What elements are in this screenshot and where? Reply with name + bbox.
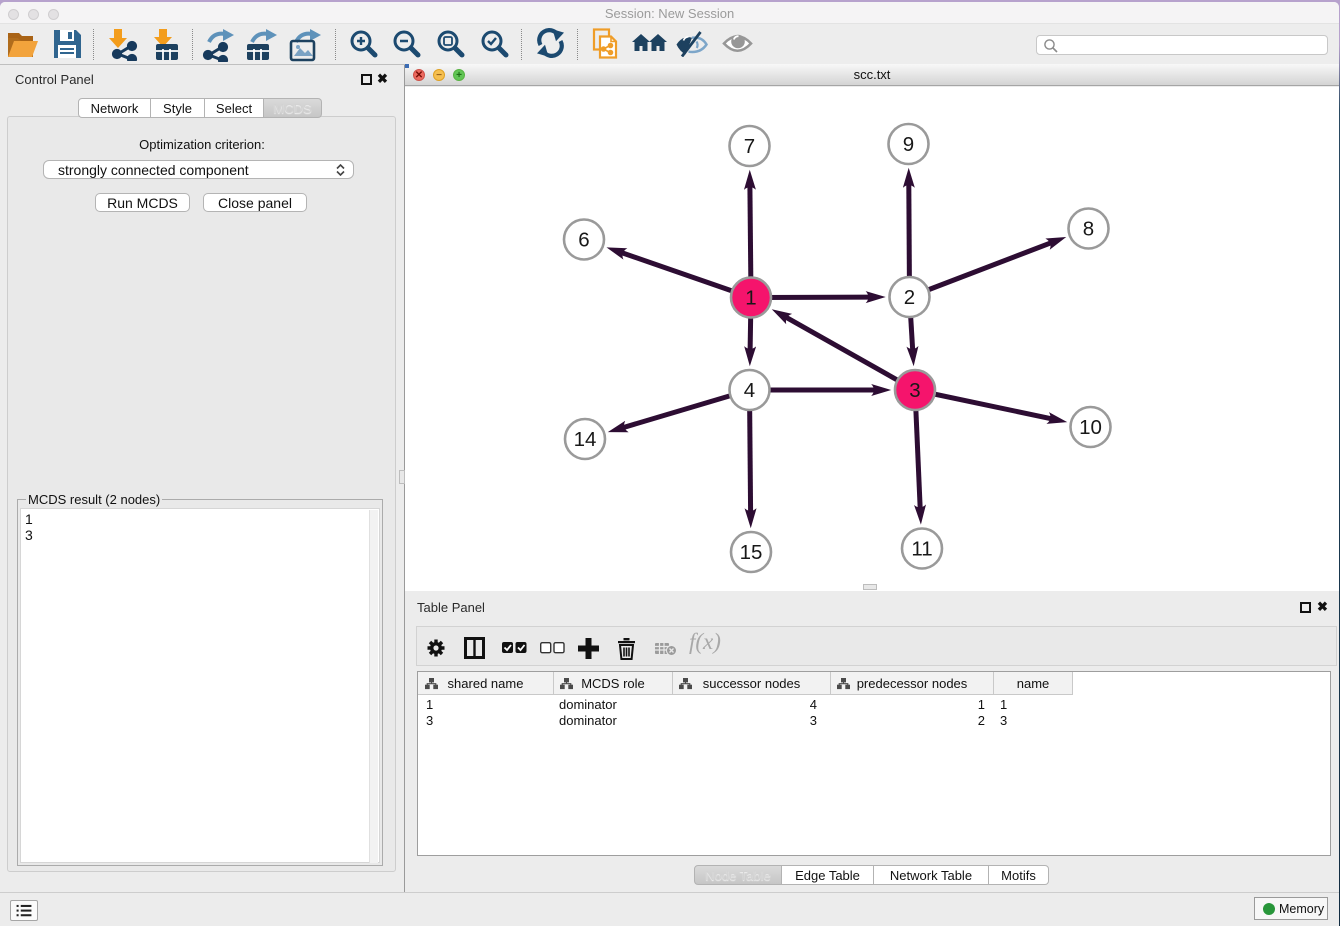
svg-text:8: 8 <box>1083 218 1094 241</box>
svg-text:4: 4 <box>744 379 755 402</box>
svg-text:14: 14 <box>574 428 597 451</box>
svg-text:6: 6 <box>578 229 589 252</box>
svg-text:11: 11 <box>911 538 932 561</box>
svg-text:3: 3 <box>909 379 920 402</box>
svg-text:1: 1 <box>745 287 756 310</box>
svg-text:9: 9 <box>903 133 914 156</box>
svg-text:10: 10 <box>1079 416 1102 439</box>
svg-text:15: 15 <box>740 541 763 564</box>
svg-text:2: 2 <box>904 286 915 309</box>
svg-text:7: 7 <box>744 135 755 158</box>
